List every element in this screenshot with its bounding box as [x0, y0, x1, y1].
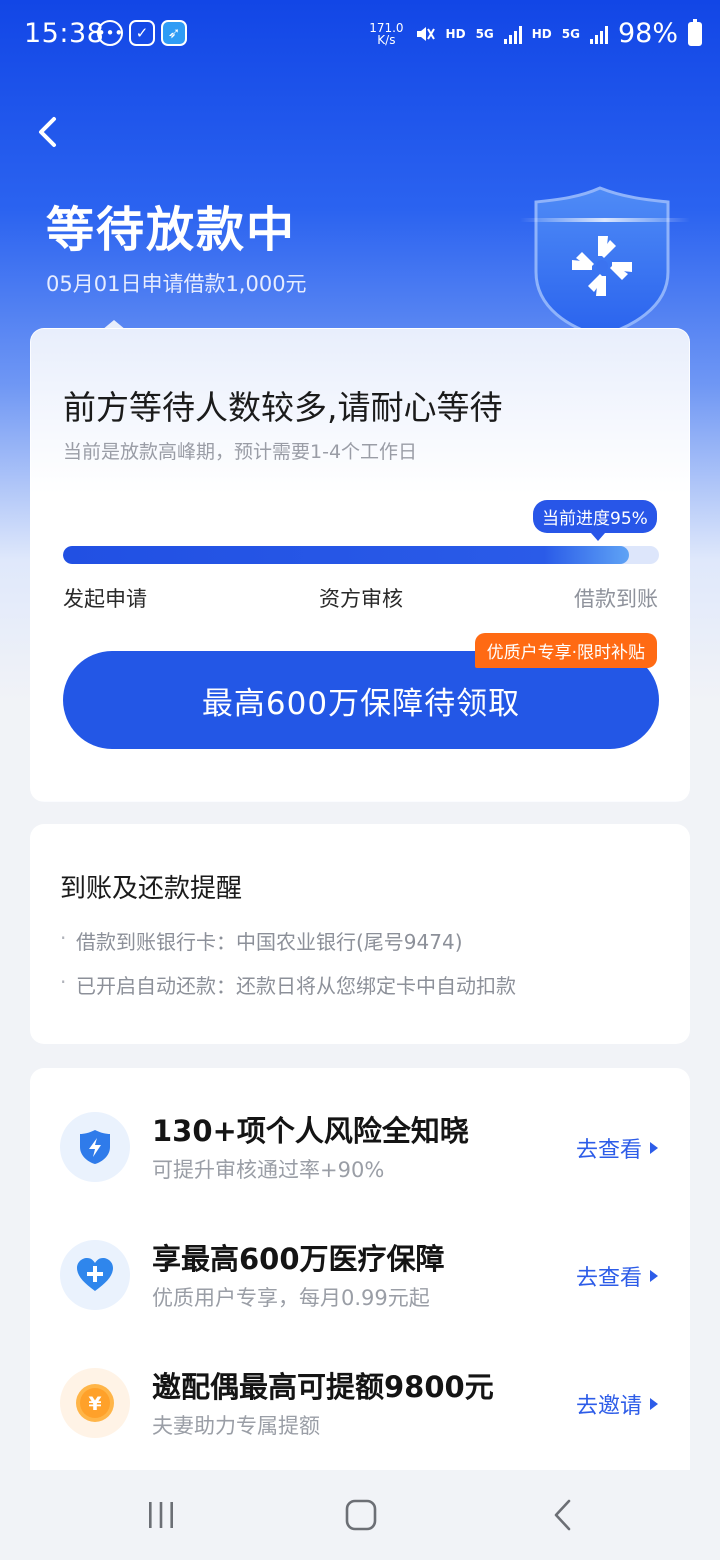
triangle-right-icon [650, 1398, 658, 1410]
reminder-card: 到账及还款提醒 · 借款到账银行卡：中国农业银行(尾号9474) · 已开启自动… [30, 824, 690, 1044]
signal-icon [503, 24, 522, 44]
mute-icon [416, 26, 435, 41]
nav-back-button[interactable] [538, 1492, 588, 1538]
service-risk-report[interactable]: 130+项个人风险全知晓 可提升审核通过率+90% 去查看 [30, 1108, 690, 1228]
service-title: 邀配偶最高可提额9800元 [152, 1370, 494, 1404]
battery-icon [688, 18, 702, 46]
status-time: 15:38 [24, 18, 105, 49]
services-card: 130+项个人风险全知晓 可提升审核通过率+90% 去查看 享最高600万医疗保… [30, 1068, 690, 1488]
svg-text:¥: ¥ [88, 1393, 101, 1415]
network-speed-unit: K/s [377, 32, 396, 47]
check-app-icon: ✓ [129, 20, 155, 46]
bird-app-icon: ➶ [161, 20, 187, 46]
reminder-title: 到账及还款提醒 [60, 874, 243, 904]
service-action-label: 去查看 [575, 1266, 642, 1291]
service-action-link[interactable]: 去查看 [576, 1132, 658, 1164]
service-title: 130+项个人风险全知晓 [152, 1114, 469, 1148]
reminder-item-text: 借款到账银行卡：中国农业银行(尾号9474) [76, 930, 463, 954]
progress-badge: 当前进度95% [533, 500, 657, 541]
step-disbursed: 借款到账 [574, 587, 658, 611]
network-speed: 171.0 K/s [369, 22, 403, 46]
service-action-label: 去邀请 [575, 1394, 642, 1419]
step-review: 资方审核 [319, 587, 403, 611]
network-speed-value: 171.0 [369, 20, 404, 35]
recent-apps-button[interactable] [136, 1492, 186, 1538]
reminder-item: · 已开启自动还款：还款日将从您绑定卡中自动扣款 [60, 970, 516, 999]
service-desc: 夫妻助力专属提额 [152, 1414, 320, 1438]
home-icon [345, 1499, 377, 1531]
progress-fill [63, 546, 630, 564]
chat-bubble-icon: ••• [97, 20, 123, 46]
page-subtitle: 05月01日申请借款1,000元 [46, 272, 307, 296]
chevron-left-icon [39, 117, 56, 147]
progress-heading: 前方等待人数较多,请耐心等待 [63, 388, 503, 427]
brand-shield-logo [520, 186, 690, 338]
page-title: 等待放款中 [46, 202, 297, 258]
service-medical-insurance[interactable]: 享最高600万医疗保障 优质用户专享，每月0.99元起 去查看 [30, 1236, 690, 1356]
step-apply: 发起申请 [63, 587, 147, 611]
bullet: · [60, 926, 67, 950]
network-type: 5G [475, 26, 494, 41]
triangle-right-icon [650, 1142, 658, 1154]
chevron-left-icon [554, 1499, 571, 1531]
service-desc: 优质用户专享，每月0.99元起 [152, 1286, 430, 1310]
service-desc: 可提升审核通过率+90% [152, 1158, 385, 1182]
promo-tag: 优质户专享·限时补贴 [474, 633, 657, 668]
service-action-link[interactable]: 去邀请 [576, 1388, 658, 1420]
progress-bar [63, 546, 659, 564]
progress-card: 前方等待人数较多,请耐心等待 当前是放款高峰期，预计需要1-4个工作日 当前进度… [30, 328, 690, 802]
home-button[interactable] [336, 1492, 386, 1538]
status-bar: 15:38 ••• ✓ ➶ 171.0 K/s HD 5G HD 5G 98% [0, 0, 720, 70]
back-button[interactable] [28, 112, 68, 152]
bullet: · [60, 970, 67, 994]
signal-icon-2 [589, 24, 608, 44]
triangle-right-icon [650, 1270, 658, 1282]
heart-plus-icon [60, 1240, 130, 1310]
service-action-link[interactable]: 去查看 [576, 1260, 658, 1292]
battery-percent: 98% [617, 18, 678, 49]
hd-label: HD [445, 26, 466, 41]
recent-apps-icon [149, 1502, 173, 1528]
progress-subheading: 当前是放款高峰期，预计需要1-4个工作日 [63, 441, 418, 463]
reminder-item-text: 已开启自动还款：还款日将从您绑定卡中自动扣款 [76, 974, 516, 998]
shield-bolt-icon [60, 1112, 130, 1182]
service-spouse-invite[interactable]: ¥ 邀配偶最高可提额9800元 夫妻助力专属提额 去邀请 [30, 1364, 690, 1484]
status-indicators: 171.0 K/s HD 5G HD 5G 98% [369, 18, 702, 49]
system-nav-bar [0, 1470, 720, 1560]
network-type-2: 5G [561, 26, 580, 41]
service-title: 享最高600万医疗保障 [152, 1242, 445, 1276]
reminder-item: · 借款到账银行卡：中国农业银行(尾号9474) [60, 926, 463, 955]
status-notification-icons: ••• ✓ ➶ [97, 20, 187, 46]
hd-label-2: HD [531, 26, 552, 41]
service-action-label: 去查看 [575, 1138, 642, 1163]
yuan-coin-icon: ¥ [60, 1368, 130, 1438]
